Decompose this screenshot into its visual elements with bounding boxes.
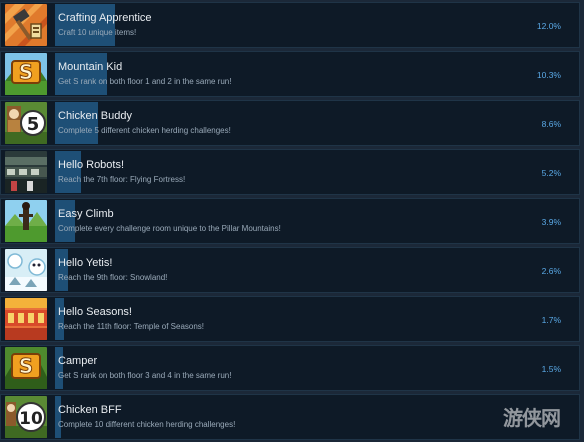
progress-bar [55,200,75,242]
achievement-row-hello-yetis[interactable]: Hello Yetis! Reach the 9th floor: Snowla… [0,247,580,293]
achievement-description: Craft 10 unique items! [58,28,137,37]
achievement-description: Reach the 11th floor: Temple of Seasons! [58,322,205,331]
achievement-description: Reach the 9th floor: Snowland! [58,273,168,282]
achievement-row-hello-seasons[interactable]: Hello Seasons! Reach the 11th floor: Tem… [0,296,580,342]
achievement-title: Easy Climb [58,208,114,220]
progress-bar [55,4,115,46]
pillar-mountains-icon [5,200,47,242]
progress-bar [55,347,63,389]
achievement-row-hello-robots[interactable]: Hello Robots! Reach the 7th floor: Flyin… [0,149,580,195]
progress-bar [55,53,107,95]
achievement-description: Get S rank on both floor 3 and 4 in the … [58,371,232,380]
achievement-title: Hello Yetis! [58,257,113,269]
achievement-description: Complete every challenge room unique to … [58,224,281,233]
achievement-title: Hello Robots! [58,159,125,171]
achievement-row-crafting-apprentice[interactable]: Crafting Apprentice Craft 10 unique item… [0,2,580,48]
unlock-percentage: 5.2% [541,168,561,178]
temple-of-seasons-icon [5,298,47,340]
s-rank-camper-icon: S [5,347,47,389]
achievement-row-mountain-kid[interactable]: S Mountain Kid Get S rank on both floor … [0,51,580,97]
unlock-percentage: 2.6% [541,266,561,276]
achievement-row-camper[interactable]: S Camper Get S rank on both floor 3 and … [0,345,580,391]
achievement-title: Camper [58,355,98,367]
unlock-percentage: 12.0% [536,21,561,31]
chicken-count-text: 5 [27,114,40,135]
progress-bar [55,249,68,291]
achievement-title: Chicken BFF [58,404,122,416]
chicken-10-icon: 10 [5,396,47,438]
watermark-logo: 游侠网 [503,408,561,430]
flying-fortress-icon [5,151,47,193]
unlock-percentage: 1.5% [541,364,561,374]
s-rank-badge-text: S [19,354,33,378]
s-rank-badge-text: S [19,60,33,84]
progress-bar [55,151,81,193]
achievement-list: Crafting Apprentice Craft 10 unique item… [0,0,584,442]
achievement-row-chicken-buddy[interactable]: 5 Chicken Buddy Complete 5 different chi… [0,100,580,146]
progress-bar [55,298,64,340]
chicken-count-text: 10 [19,409,43,429]
achievement-description: Complete 5 different chicken herding cha… [58,126,231,135]
unlock-percentage: 8.6% [541,119,561,129]
achievement-description: Reach the 7th floor: Flying Fortress! [58,175,186,184]
progress-bar [55,396,61,438]
achievement-row-easy-climb[interactable]: Easy Climb Complete every challenge room… [0,198,580,244]
unlock-percentage: 3.9% [541,217,561,227]
s-rank-mountain-icon: S [5,53,47,95]
crafting-hammer-icon [5,4,47,46]
achievement-row-chicken-bff[interactable]: 10 Chicken BFF Complete 10 different chi… [0,394,580,440]
unlock-percentage: 10.3% [536,70,561,80]
chicken-5-icon: 5 [5,102,47,144]
achievement-title: Mountain Kid [58,61,123,73]
achievement-description: Get S rank on both floor 1 and 2 in the … [58,77,232,86]
achievement-title: Chicken Buddy [58,110,132,122]
progress-bar [55,102,98,144]
achievement-description: Complete 10 different chicken herding ch… [58,420,236,429]
achievement-title: Hello Seasons! [58,306,132,318]
unlock-percentage: 1.7% [541,315,561,325]
achievement-title: Crafting Apprentice [58,12,152,24]
snowland-icon [5,249,47,291]
